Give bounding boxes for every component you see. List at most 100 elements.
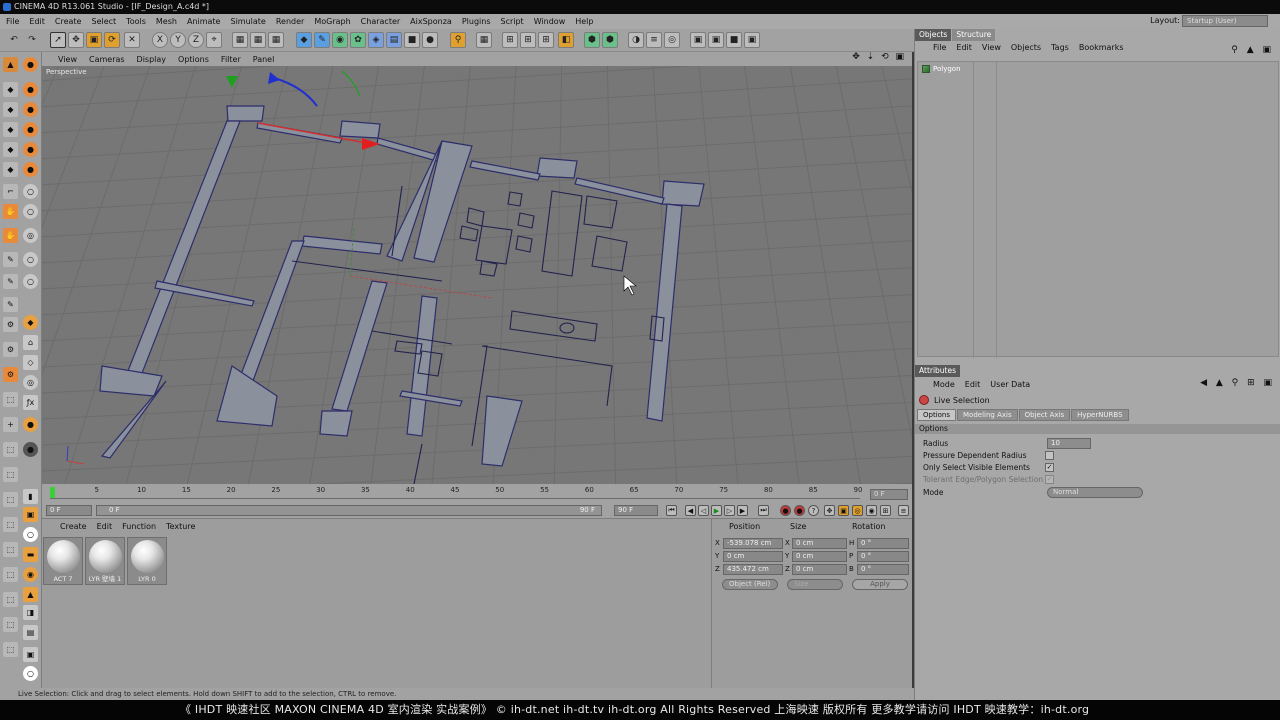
tool-af-icon[interactable]: ▣ (23, 507, 38, 522)
menu-plugins[interactable]: Plugins (462, 17, 491, 26)
subtab-options[interactable]: Options (917, 409, 957, 421)
visible-elements-checkbox[interactable]: ✓ (1045, 463, 1054, 472)
record-icon[interactable]: ● (780, 505, 791, 516)
tool-n-icon[interactable]: ✎ (3, 274, 18, 289)
play-icon[interactable]: ▶ (711, 505, 722, 516)
start-frame-field[interactable]: 0 F (46, 505, 92, 516)
tool-z-icon[interactable]: + (3, 417, 18, 432)
texture-mode-icon[interactable]: ◆ (3, 82, 18, 97)
viewport-menu-options[interactable]: Options (178, 55, 209, 64)
viewport-menu-display[interactable]: Display (137, 55, 167, 64)
material-swatch[interactable]: LYR 0 (127, 537, 167, 585)
position-z-field[interactable]: 435.472 cm (723, 564, 783, 575)
undo-icon[interactable]: ↶ (6, 32, 22, 48)
tool-al-icon[interactable]: ▤ (23, 625, 38, 640)
tool-f-icon[interactable]: ⌐ (3, 184, 18, 199)
tool-ai-icon[interactable]: ◉ (23, 567, 38, 582)
tool-g-icon[interactable]: ○ (23, 184, 38, 199)
tool-ae-icon[interactable]: ▮ (23, 489, 38, 504)
coordinate-system-icon[interactable]: ⌖ (206, 32, 222, 48)
next-frame-icon[interactable]: ▷ (724, 505, 735, 516)
goto-start-icon[interactable]: ⏮ (666, 505, 677, 516)
attributes-menu-mode[interactable]: Mode (933, 380, 955, 389)
tool-i-icon[interactable]: ○ (23, 204, 38, 219)
menu-mesh[interactable]: Mesh (156, 17, 177, 26)
size-y-field[interactable]: 0 cm (792, 551, 847, 562)
viewport-perspective[interactable]: Perspective (42, 66, 912, 484)
make-editable-icon[interactable]: ▲ (3, 57, 18, 72)
tool-ap-icon[interactable]: ⬚ (3, 517, 18, 532)
tool-aq-icon[interactable]: ⬚ (3, 542, 18, 557)
attributes-nav-icons[interactable]: ◀ ▲ ⚲ ⊞ ▣ (1200, 378, 1275, 388)
menu-render[interactable]: Render (276, 17, 304, 26)
polygons-mode-icon[interactable]: ◆ (3, 142, 18, 157)
layer-browser-icon[interactable]: ⊞ (520, 32, 536, 48)
edges-mode-icon[interactable]: ◆ (3, 122, 18, 137)
axis-y-button[interactable]: Y (170, 32, 186, 48)
plugin-tool-7-icon[interactable]: ▣ (708, 32, 724, 48)
nurbs-icon[interactable]: ◉ (332, 32, 348, 48)
menu-mograph[interactable]: MoGraph (314, 17, 350, 26)
tool-aj-icon[interactable]: ▲ (23, 587, 38, 602)
object-manager-search-icon[interactable]: ⚲ ▲ ▣ (1231, 45, 1274, 55)
subtab-modeling-axis[interactable]: Modeling Axis (957, 409, 1018, 421)
object-row-polygon[interactable]: Polygon (922, 64, 961, 74)
objects-menu-file[interactable]: File (933, 43, 946, 52)
menu-window[interactable]: Window (534, 17, 566, 26)
rotation-h-field[interactable]: 0 ° (857, 538, 909, 549)
spline-icon[interactable]: ✎ (314, 32, 330, 48)
subtab-hypernurbs[interactable]: HyperNURBS (1071, 409, 1129, 421)
menu-character[interactable]: Character (361, 17, 401, 26)
position-y-field[interactable]: 0 cm (723, 551, 783, 562)
render-view-icon[interactable]: ▦ (232, 32, 248, 48)
sculpt-icon[interactable]: ⊞ (502, 32, 518, 48)
mode-dropdown[interactable]: Normal (1047, 487, 1143, 498)
tool-a-icon[interactable]: ● (23, 102, 38, 117)
redo-icon[interactable]: ↷ (24, 32, 40, 48)
tool-l-icon[interactable]: ✎ (3, 252, 18, 267)
tool-ao-icon[interactable]: ⬚ (3, 492, 18, 507)
autokey-icon[interactable]: ● (794, 505, 805, 516)
menu-create[interactable]: Create (55, 17, 82, 26)
radius-field[interactable]: 10 (1047, 438, 1091, 449)
timeline-options-icon[interactable]: ≡ (898, 505, 909, 516)
tool-j-icon[interactable]: ✋ (3, 228, 18, 243)
cube-icon[interactable]: ◆ (296, 32, 312, 48)
prev-frame-icon[interactable]: ◁ (698, 505, 709, 516)
menu-help[interactable]: Help (575, 17, 593, 26)
material-menu-texture[interactable]: Texture (166, 522, 195, 531)
tool-t-icon[interactable]: ⚙ (3, 342, 18, 357)
pressure-checkbox[interactable] (1045, 451, 1054, 460)
layout-select[interactable]: Startup (User) (1182, 15, 1268, 27)
key-pla-icon[interactable]: ⊞ (880, 505, 891, 516)
tool-x-icon[interactable]: ⬚ (3, 392, 18, 407)
menu-file[interactable]: File (6, 17, 19, 26)
goto-prev-key-icon[interactable]: ◀ (685, 505, 696, 516)
objects-menu-edit[interactable]: Edit (956, 43, 972, 52)
tool-ar-icon[interactable]: ⬚ (3, 567, 18, 582)
goto-end-icon[interactable]: ⏭ (758, 505, 769, 516)
key-rotation-icon[interactable]: ◎ (852, 505, 863, 516)
plugin-tool-2-icon[interactable]: ⬢ (602, 32, 618, 48)
tool-an-icon[interactable]: ○ (23, 666, 38, 681)
tool-as-icon[interactable]: ⬚ (3, 592, 18, 607)
timeline-ruler[interactable]: 051015202530354045505560657075808590 0 F (42, 484, 912, 502)
tool-q-icon[interactable]: ◆ (23, 315, 38, 330)
tolerant-checkbox[interactable]: ✓ (1045, 475, 1054, 484)
attributes-menu-user-data[interactable]: User Data (990, 380, 1030, 389)
scene-floor-icon[interactable]: ▤ (386, 32, 402, 48)
render-settings-icon[interactable]: ▦ (268, 32, 284, 48)
axis-z-button[interactable]: Z (188, 32, 204, 48)
menu-edit[interactable]: Edit (29, 17, 45, 26)
tool-aa-icon[interactable]: ● (23, 417, 38, 432)
plugin-tool-3-icon[interactable]: ◑ (628, 32, 644, 48)
material-icon[interactable]: ◧ (558, 32, 574, 48)
menu-tools[interactable]: Tools (126, 17, 146, 26)
tool-c-icon[interactable]: ● (23, 142, 38, 157)
plugin-tool-4-icon[interactable]: ≡ (646, 32, 662, 48)
object-list[interactable]: Polygon (917, 61, 1279, 358)
move-icon[interactable]: ✥ (68, 32, 84, 48)
tool-ah-icon[interactable]: ▬ (23, 547, 38, 562)
recent-tools-icon[interactable]: ✕ (124, 32, 140, 48)
tool-e-icon[interactable]: ● (23, 162, 38, 177)
